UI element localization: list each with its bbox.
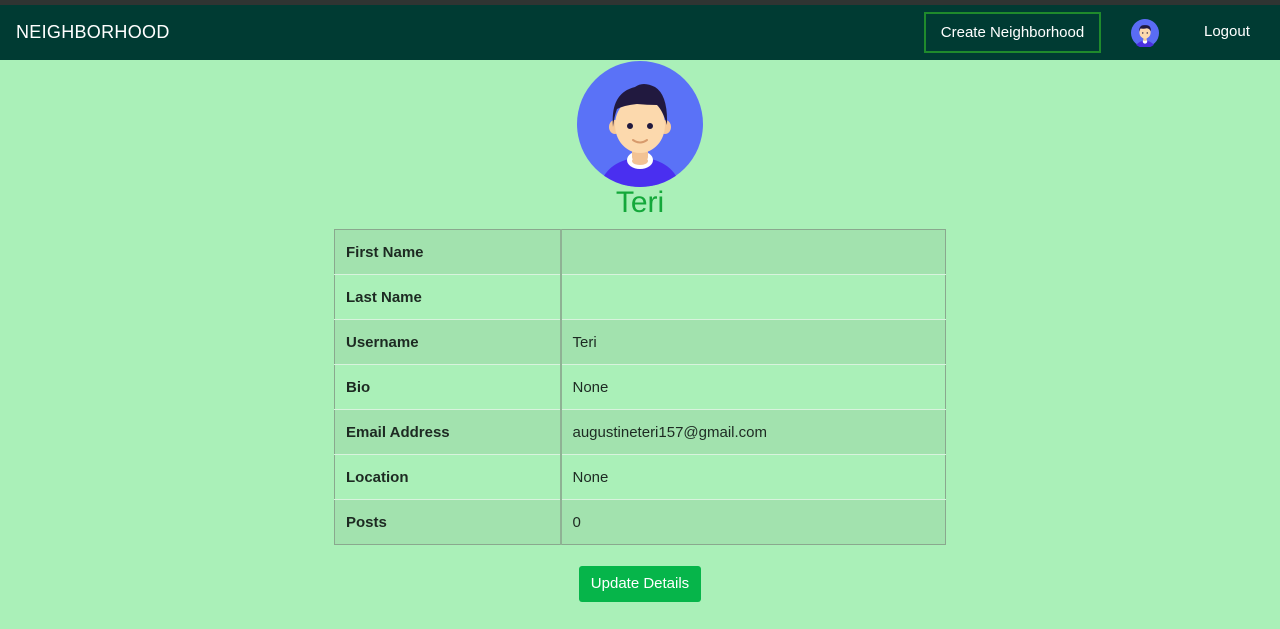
logout-link[interactable]: Logout xyxy=(1204,23,1250,40)
navbar: NEIGHBORHOOD Create Neighborhood Logout xyxy=(0,5,1280,60)
location-value: None xyxy=(560,454,946,500)
create-neighborhood-button[interactable]: Create Neighborhood xyxy=(924,12,1101,53)
posts-value: 0 xyxy=(560,499,946,545)
table-row: Location None xyxy=(334,454,946,500)
last-name-value xyxy=(560,274,946,320)
username-value: Teri xyxy=(560,319,946,365)
profile-details-table: First Name Last Name Username Teri Bio N… xyxy=(334,229,946,545)
user-avatar-icon[interactable] xyxy=(1131,19,1159,47)
bio-label: Bio xyxy=(334,364,562,410)
brand-link[interactable]: NEIGHBORHOOD xyxy=(16,22,170,43)
table-row: First Name xyxy=(334,229,946,275)
table-row: Posts 0 xyxy=(334,499,946,545)
bio-value: None xyxy=(560,364,946,410)
posts-label: Posts xyxy=(334,499,562,545)
first-name-value xyxy=(560,229,946,275)
update-details-button[interactable]: Update Details xyxy=(579,566,701,602)
table-row: Email Address augustineteri157@gmail.com xyxy=(334,409,946,455)
location-label: Location xyxy=(334,454,562,500)
profile-name: Teri xyxy=(615,186,665,219)
last-name-label: Last Name xyxy=(334,274,562,320)
profile-avatar-icon xyxy=(577,61,703,187)
table-row: Last Name xyxy=(334,274,946,320)
email-value: augustineteri157@gmail.com xyxy=(560,409,946,455)
username-label: Username xyxy=(334,319,562,365)
email-label: Email Address xyxy=(334,409,562,455)
table-row: Username Teri xyxy=(334,319,946,365)
first-name-label: First Name xyxy=(334,229,562,275)
table-row: Bio None xyxy=(334,364,946,410)
